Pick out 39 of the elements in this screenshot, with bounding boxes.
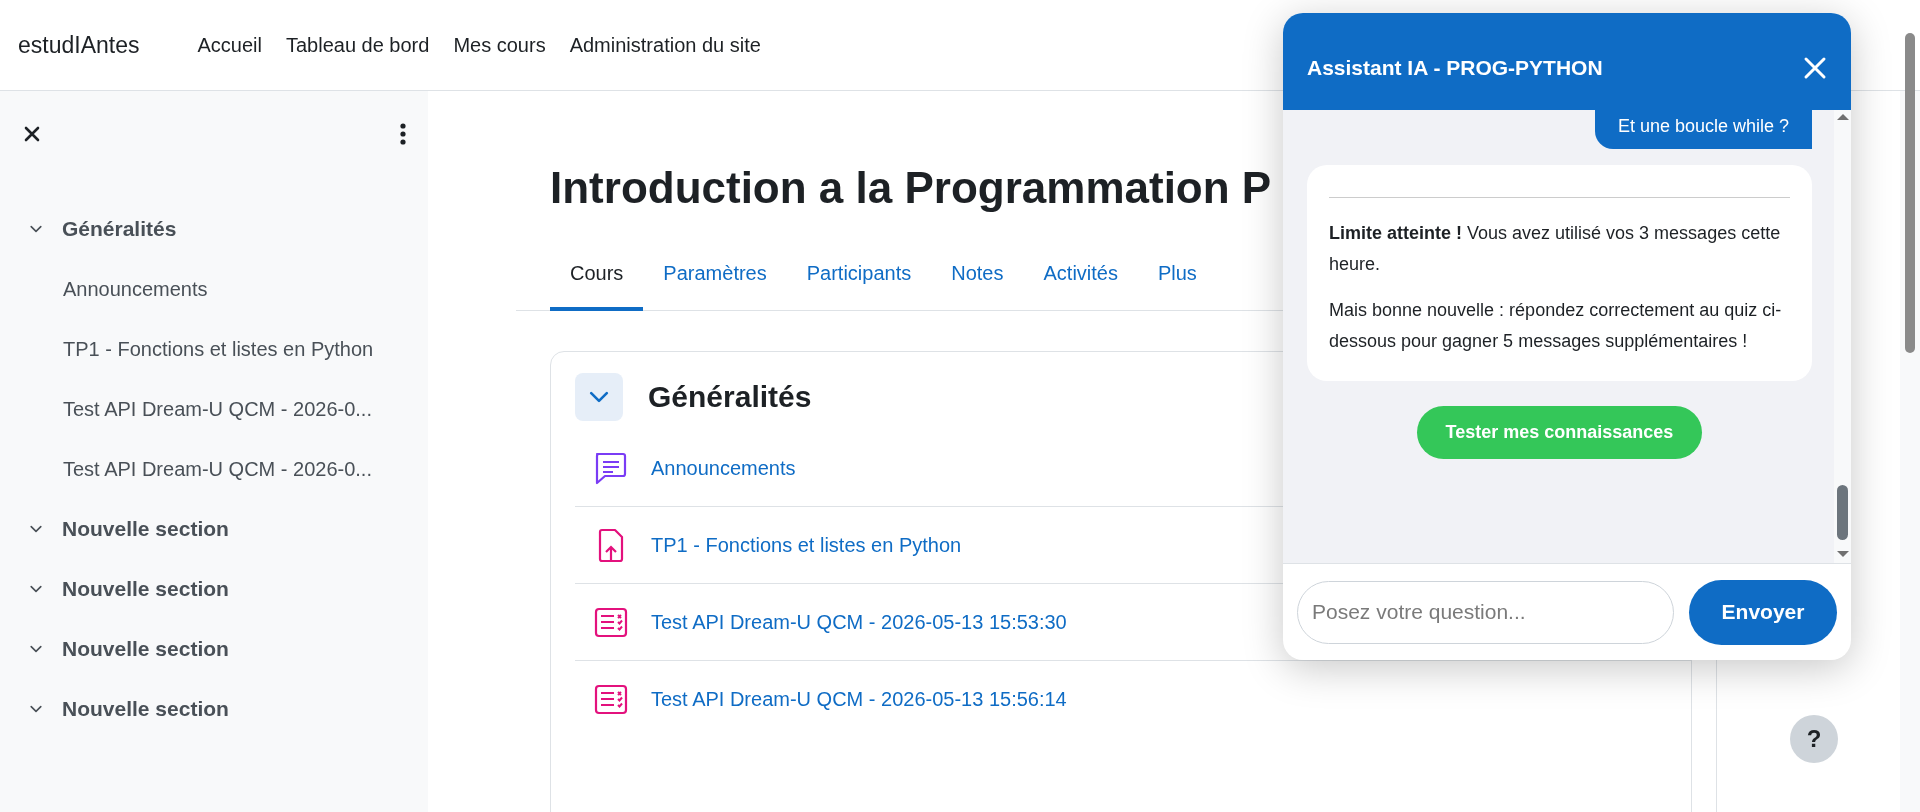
nav-link[interactable]: Mes cours xyxy=(441,33,558,57)
activity-link[interactable]: TP1 - Fonctions et listes en Python xyxy=(63,337,374,361)
site-brand[interactable]: estudIAntes xyxy=(18,31,140,59)
course-tab[interactable]: Notes xyxy=(931,245,1024,311)
section-link[interactable]: Nouvelle section xyxy=(62,517,229,541)
close-icon[interactable] xyxy=(22,124,42,144)
course-title: Introduction a la Programmation P xyxy=(550,162,1273,214)
section-title: Généralités xyxy=(648,380,812,414)
message-text: Mais bonne nouvelle : répondez correctement au quiz ci-dessous pour gagner 5 messages supplémentaires ! xyxy=(1329,299,1783,353)
activity-link[interactable]: Test API Dream-U QCM - 2026-0... xyxy=(63,397,372,421)
question-input[interactable]: Posez votre question... xyxy=(1297,580,1674,644)
scrollbar-thumb[interactable] xyxy=(1905,33,1915,353)
section-link[interactable]: Nouvelle section xyxy=(62,637,229,661)
activity-link[interactable]: Announcements xyxy=(651,456,796,480)
activity-link[interactable]: TP1 - Fonctions et listes en Python xyxy=(651,533,962,557)
course-tab[interactable]: Cours xyxy=(550,245,644,311)
collapse-button[interactable] xyxy=(575,373,623,421)
nav-link[interactable]: Tableau de bord xyxy=(273,33,442,57)
activity-link[interactable]: Test API Dream-U QCM - 2026-05-13 15:53:30 xyxy=(651,610,1067,634)
course-tab[interactable]: Paramètres xyxy=(643,245,787,311)
scrollbar[interactable] xyxy=(1834,110,1851,563)
course-tab[interactable]: Activités xyxy=(1023,245,1138,311)
more-options-icon[interactable] xyxy=(400,123,406,145)
course-tab[interactable]: Participants xyxy=(786,245,932,311)
section-link[interactable]: Généralités xyxy=(62,217,177,241)
nav-link[interactable]: Administration du site xyxy=(557,33,773,57)
nav-link[interactable]: Accueil xyxy=(185,33,274,57)
section-link[interactable]: Nouvelle section xyxy=(62,577,229,601)
activity-link[interactable]: Test API Dream-U QCM - 2026-05-13 15:56:14 xyxy=(651,687,1067,711)
chat-title: Assistant IA - PROG-PYTHON xyxy=(1307,55,1603,80)
activity-link[interactable]: Announcements xyxy=(63,277,208,301)
forum-icon xyxy=(593,450,629,486)
send-button[interactable]: Envoyer xyxy=(1689,579,1837,645)
help-button[interactable]: ? xyxy=(1790,715,1838,763)
section-link[interactable]: Nouvelle section xyxy=(62,697,229,721)
user-message: Et une boucle while ? xyxy=(1594,110,1812,149)
activity-link[interactable]: Test API Dream-U QCM - 2026-0... xyxy=(63,457,372,481)
message-text: Limite atteinte ! Vous avez utilisé vos 3 messages cette heure. xyxy=(1329,222,1782,276)
course-tab[interactable]: Plus xyxy=(1137,245,1217,311)
